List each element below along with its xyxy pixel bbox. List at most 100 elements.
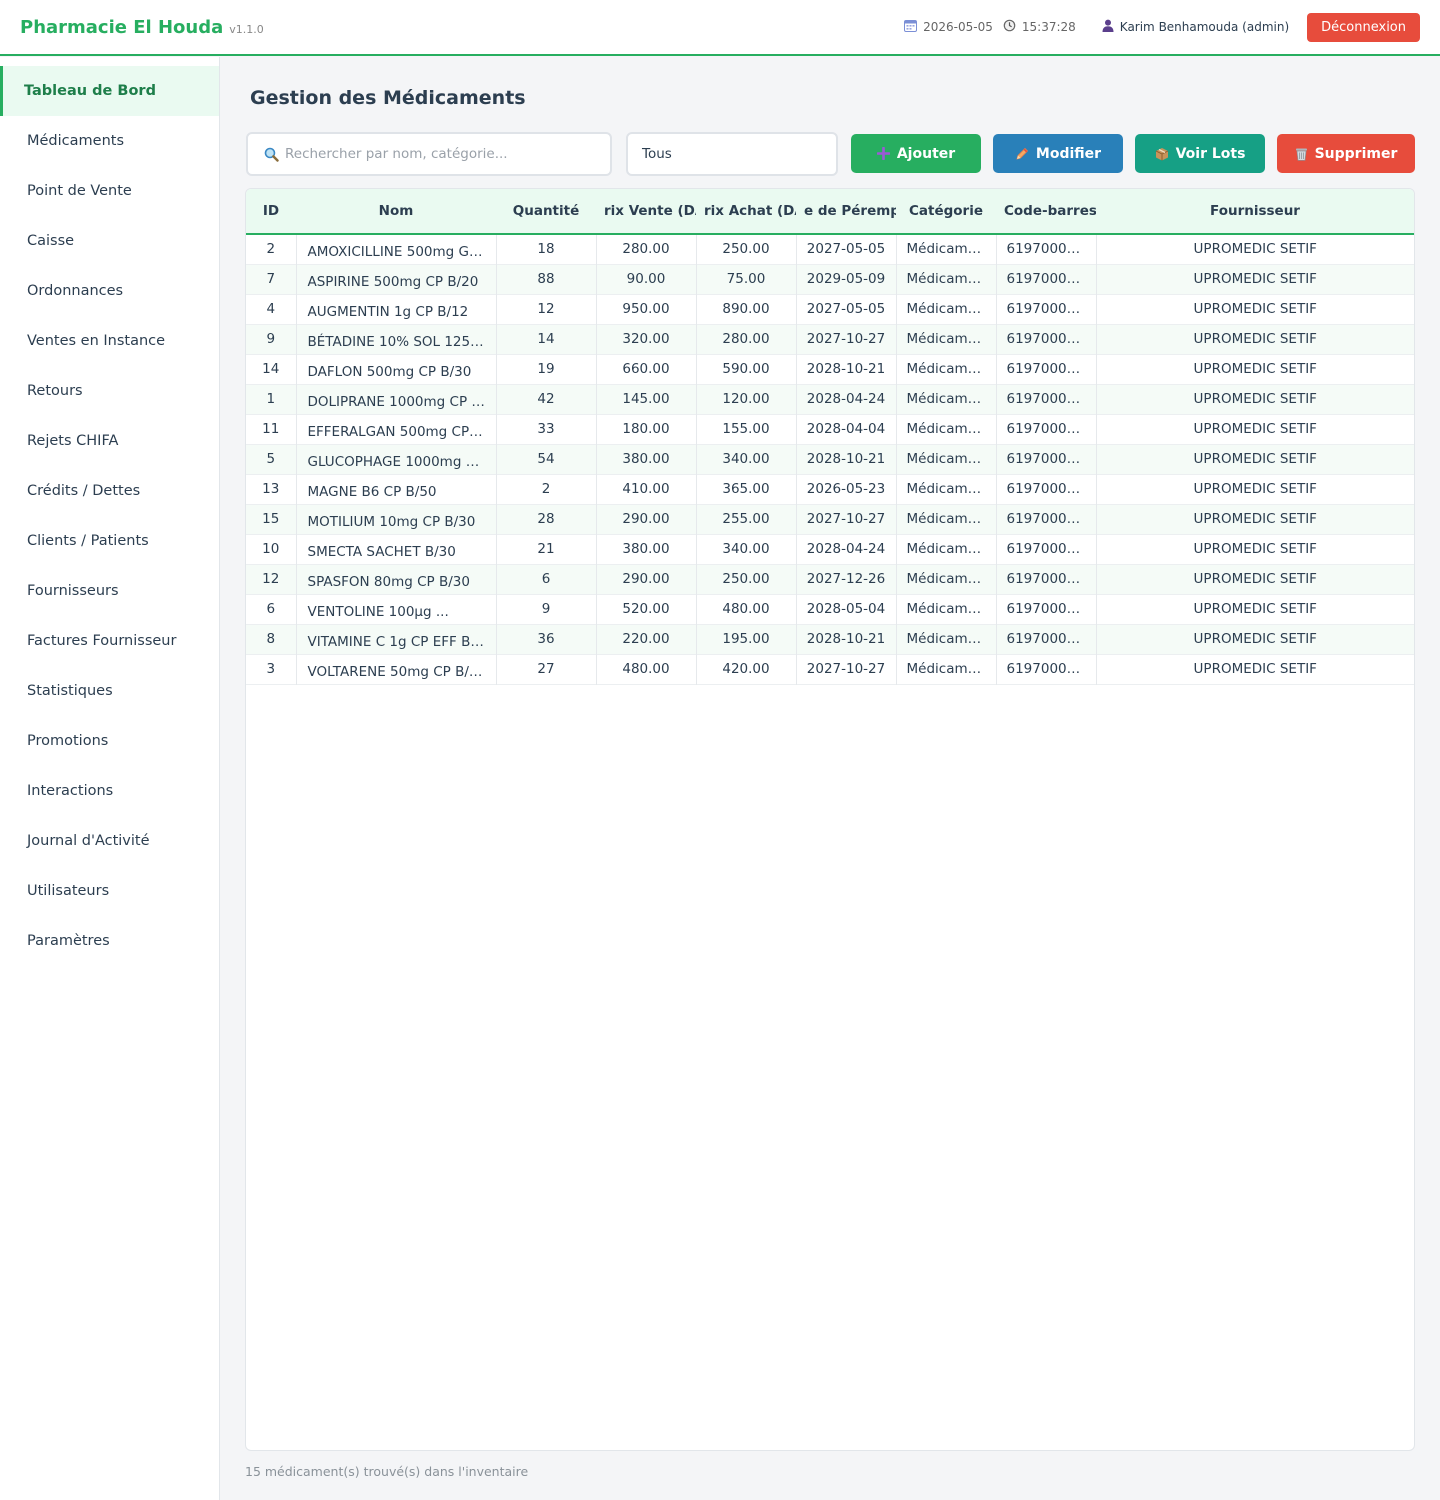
cell-prix-vente: 520.00 <box>596 594 697 624</box>
cell-prix-achat: 120.00 <box>696 384 797 414</box>
cell-code-barres: 61970000... <box>996 624 1097 654</box>
cell-code-barres: 61970000... <box>996 324 1097 354</box>
cell-id: 5 <box>246 444 297 474</box>
column-header-categorie[interactable]: Catégorie <box>896 189 996 234</box>
cell-categorie: Médicament <box>896 504 997 534</box>
sidebar-item-ordonnances[interactable]: Ordonnances <box>0 266 219 316</box>
cell-nom: AUGMENTIN 1g CP B/12 <box>296 294 497 324</box>
column-header-quantite[interactable]: Quantité <box>496 189 596 234</box>
cell-fournisseur: UPROMEDIC SETIF <box>1193 571 1317 587</box>
cell-prix-achat: 590.00 <box>696 354 797 384</box>
table-row[interactable]: 5 GLUCOPHAGE 1000mg C... 54 380.00 340.00 202… <box>246 444 1414 474</box>
sidebar-item-medicaments[interactable]: Médicaments <box>0 116 219 166</box>
table-row[interactable]: 8 VITAMINE C 1g CP EFF B/20 36 220.00 195.00… <box>246 624 1414 654</box>
time-display: 15:37:28 <box>1003 19 1076 35</box>
trash-icon <box>1295 147 1308 161</box>
cell-categorie: Médicament <box>896 294 997 324</box>
delete-button-label: Supprimer <box>1314 145 1398 162</box>
cell-id: 4 <box>246 294 297 324</box>
sidebar-item-retours[interactable]: Retours <box>0 366 219 416</box>
table-row[interactable]: 12 SPASFON 80mg CP B/30 6 290.00 250.00 2027-… <box>246 564 1414 594</box>
cell-id: 1 <box>246 384 297 414</box>
sidebar-item-ventes-en-instance[interactable]: Ventes en Instance <box>0 316 219 366</box>
cell-prix-vente: 280.00 <box>596 234 697 264</box>
sidebar-item-parametres[interactable]: Paramètres <box>0 916 219 966</box>
cell-code-barres: 61970000... <box>996 354 1097 384</box>
delete-button[interactable]: Supprimer <box>1277 134 1415 173</box>
table-row[interactable]: 1 DOLIPRANE 1000mg CP B/8 42 145.00 120.00 20… <box>246 384 1414 414</box>
column-header-id[interactable]: ID <box>246 189 296 234</box>
sidebar-item-promotions[interactable]: Promotions <box>0 716 219 766</box>
cell-code-barres: 61970000... <box>996 564 1097 594</box>
cell-quantite: 14 <box>496 324 597 354</box>
date-display: 2026-05-05 <box>904 19 993 35</box>
cell-quantite: 21 <box>496 534 597 564</box>
cell-code-barres: 61970000... <box>996 594 1097 624</box>
table-row[interactable]: 2 AMOXICILLINE 500mg GE... 18 280.00 250.00 2… <box>246 234 1414 264</box>
cell-nom: MOTILIUM 10mg CP B/30 <box>296 504 497 534</box>
column-header-prix-achat[interactable]: rix Achat (DA <box>696 189 796 234</box>
table-row[interactable]: 14 DAFLON 500mg CP B/30 19 660.00 590.00 2028… <box>246 354 1414 384</box>
cell-quantite: 18 <box>496 234 597 264</box>
table-row[interactable]: 11 EFFERALGAN 500mg CP E... 33 180.00 155.00… <box>246 414 1414 444</box>
search-input[interactable]: Rechercher par nom, catégorie... <box>246 132 612 176</box>
sidebar-item-journal-activite[interactable]: Journal d'Activité <box>0 816 219 866</box>
category-filter-select[interactable]: Tous <box>626 132 838 176</box>
app-version: v1.1.0 <box>229 23 264 36</box>
cell-nom: DAFLON 500mg CP B/30 <box>296 354 497 384</box>
cell-nom: ASPIRINE 500mg CP B/20 <box>296 264 497 294</box>
cell-categorie: Médicament <box>896 384 997 414</box>
cell-prix-vente: 90.00 <box>596 264 697 294</box>
app-title: Pharmacie El Houda <box>20 16 224 38</box>
view-lots-button[interactable]: Voir Lots <box>1135 134 1265 173</box>
sidebar-item-clients-patients[interactable]: Clients / Patients <box>0 516 219 566</box>
sidebar-item-utilisateurs[interactable]: Utilisateurs <box>0 866 219 916</box>
table-row[interactable]: 15 MOTILIUM 10mg CP B/30 28 290.00 255.00 202… <box>246 504 1414 534</box>
table-row[interactable]: 3 VOLTARENE 50mg CP B/30 27 480.00 420.00 202… <box>246 654 1414 684</box>
table-row[interactable]: 13 MAGNE B6 CP B/50 2 410.00 365.00 2026-05-2… <box>246 474 1414 504</box>
column-header-nom[interactable]: Nom <box>296 189 496 234</box>
cell-nom: AMOXICILLINE 500mg GE... <box>296 234 497 264</box>
cell-code-barres: 61970000... <box>996 294 1097 324</box>
cell-code-barres: 61970000... <box>996 474 1097 504</box>
cell-nom: MAGNE B6 CP B/50 <box>296 474 497 504</box>
table-row[interactable]: 7 ASPIRINE 500mg CP B/20 88 90.00 75.00 2029-… <box>246 264 1414 294</box>
add-button[interactable]: Ajouter <box>851 134 981 173</box>
sidebar-item-factures-fournisseur[interactable]: Factures Fournisseur <box>0 616 219 666</box>
table-row[interactable]: 10 SMECTA SACHET B/30 21 380.00 340.00 2028-0… <box>246 534 1414 564</box>
cell-date-peremption: 2027-05-05 <box>796 234 897 264</box>
column-header-date-peremption[interactable]: e de Péremp <box>796 189 896 234</box>
cell-categorie: Médicament <box>896 594 997 624</box>
cell-nom: VENTOLINE 100µg ... <box>296 594 497 624</box>
cell-fournisseur: UPROMEDIC SETIF <box>1193 271 1317 287</box>
package-icon <box>1155 147 1169 161</box>
table-row[interactable]: 9 BÉTADINE 10% SOL 125ml 14 320.00 280.00 202… <box>246 324 1414 354</box>
edit-button[interactable]: Modifier <box>993 134 1123 173</box>
table-row[interactable]: 4 AUGMENTIN 1g CP B/12 12 950.00 890.00 2027-… <box>246 294 1414 324</box>
cell-categorie: Médicament <box>896 534 997 564</box>
cell-fournisseur: UPROMEDIC SETIF <box>1193 631 1317 647</box>
sidebar-item-tableau-de-bord[interactable]: Tableau de Bord <box>0 66 219 116</box>
clock-icon <box>1003 19 1022 35</box>
sidebar-item-rejets-chifa[interactable]: Rejets CHIFA <box>0 416 219 466</box>
sidebar-item-interactions[interactable]: Interactions <box>0 766 219 816</box>
column-header-prix-vente[interactable]: rix Vente (DA <box>596 189 696 234</box>
column-header-fournisseur[interactable]: Fournisseur <box>1096 189 1414 234</box>
cell-prix-vente: 380.00 <box>596 534 697 564</box>
sidebar-item-fournisseurs[interactable]: Fournisseurs <box>0 566 219 616</box>
sidebar-item-caisse[interactable]: Caisse <box>0 216 219 266</box>
cell-quantite: 36 <box>496 624 597 654</box>
cell-prix-achat: 340.00 <box>696 534 797 564</box>
table-row[interactable]: 6 VENTOLINE 100µg ... 9 520.00 480.00 2028-05… <box>246 594 1414 624</box>
logout-button[interactable]: Déconnexion <box>1307 12 1420 42</box>
cell-quantite: 28 <box>496 504 597 534</box>
column-header-code-barres[interactable]: Code-barres <box>996 189 1096 234</box>
cell-date-peremption: 2027-10-27 <box>796 654 897 684</box>
cell-prix-vente: 290.00 <box>596 564 697 594</box>
sidebar-item-credits-dettes[interactable]: Crédits / Dettes <box>0 466 219 516</box>
sidebar-item-statistiques[interactable]: Statistiques <box>0 666 219 716</box>
sidebar-item-point-de-vente[interactable]: Point de Vente <box>0 166 219 216</box>
app-header: Pharmacie El Houda v1.1.0 2026-05-05 15:… <box>0 0 1440 56</box>
cell-prix-vente: 480.00 <box>596 654 697 684</box>
cell-categorie: Médicament <box>896 624 997 654</box>
